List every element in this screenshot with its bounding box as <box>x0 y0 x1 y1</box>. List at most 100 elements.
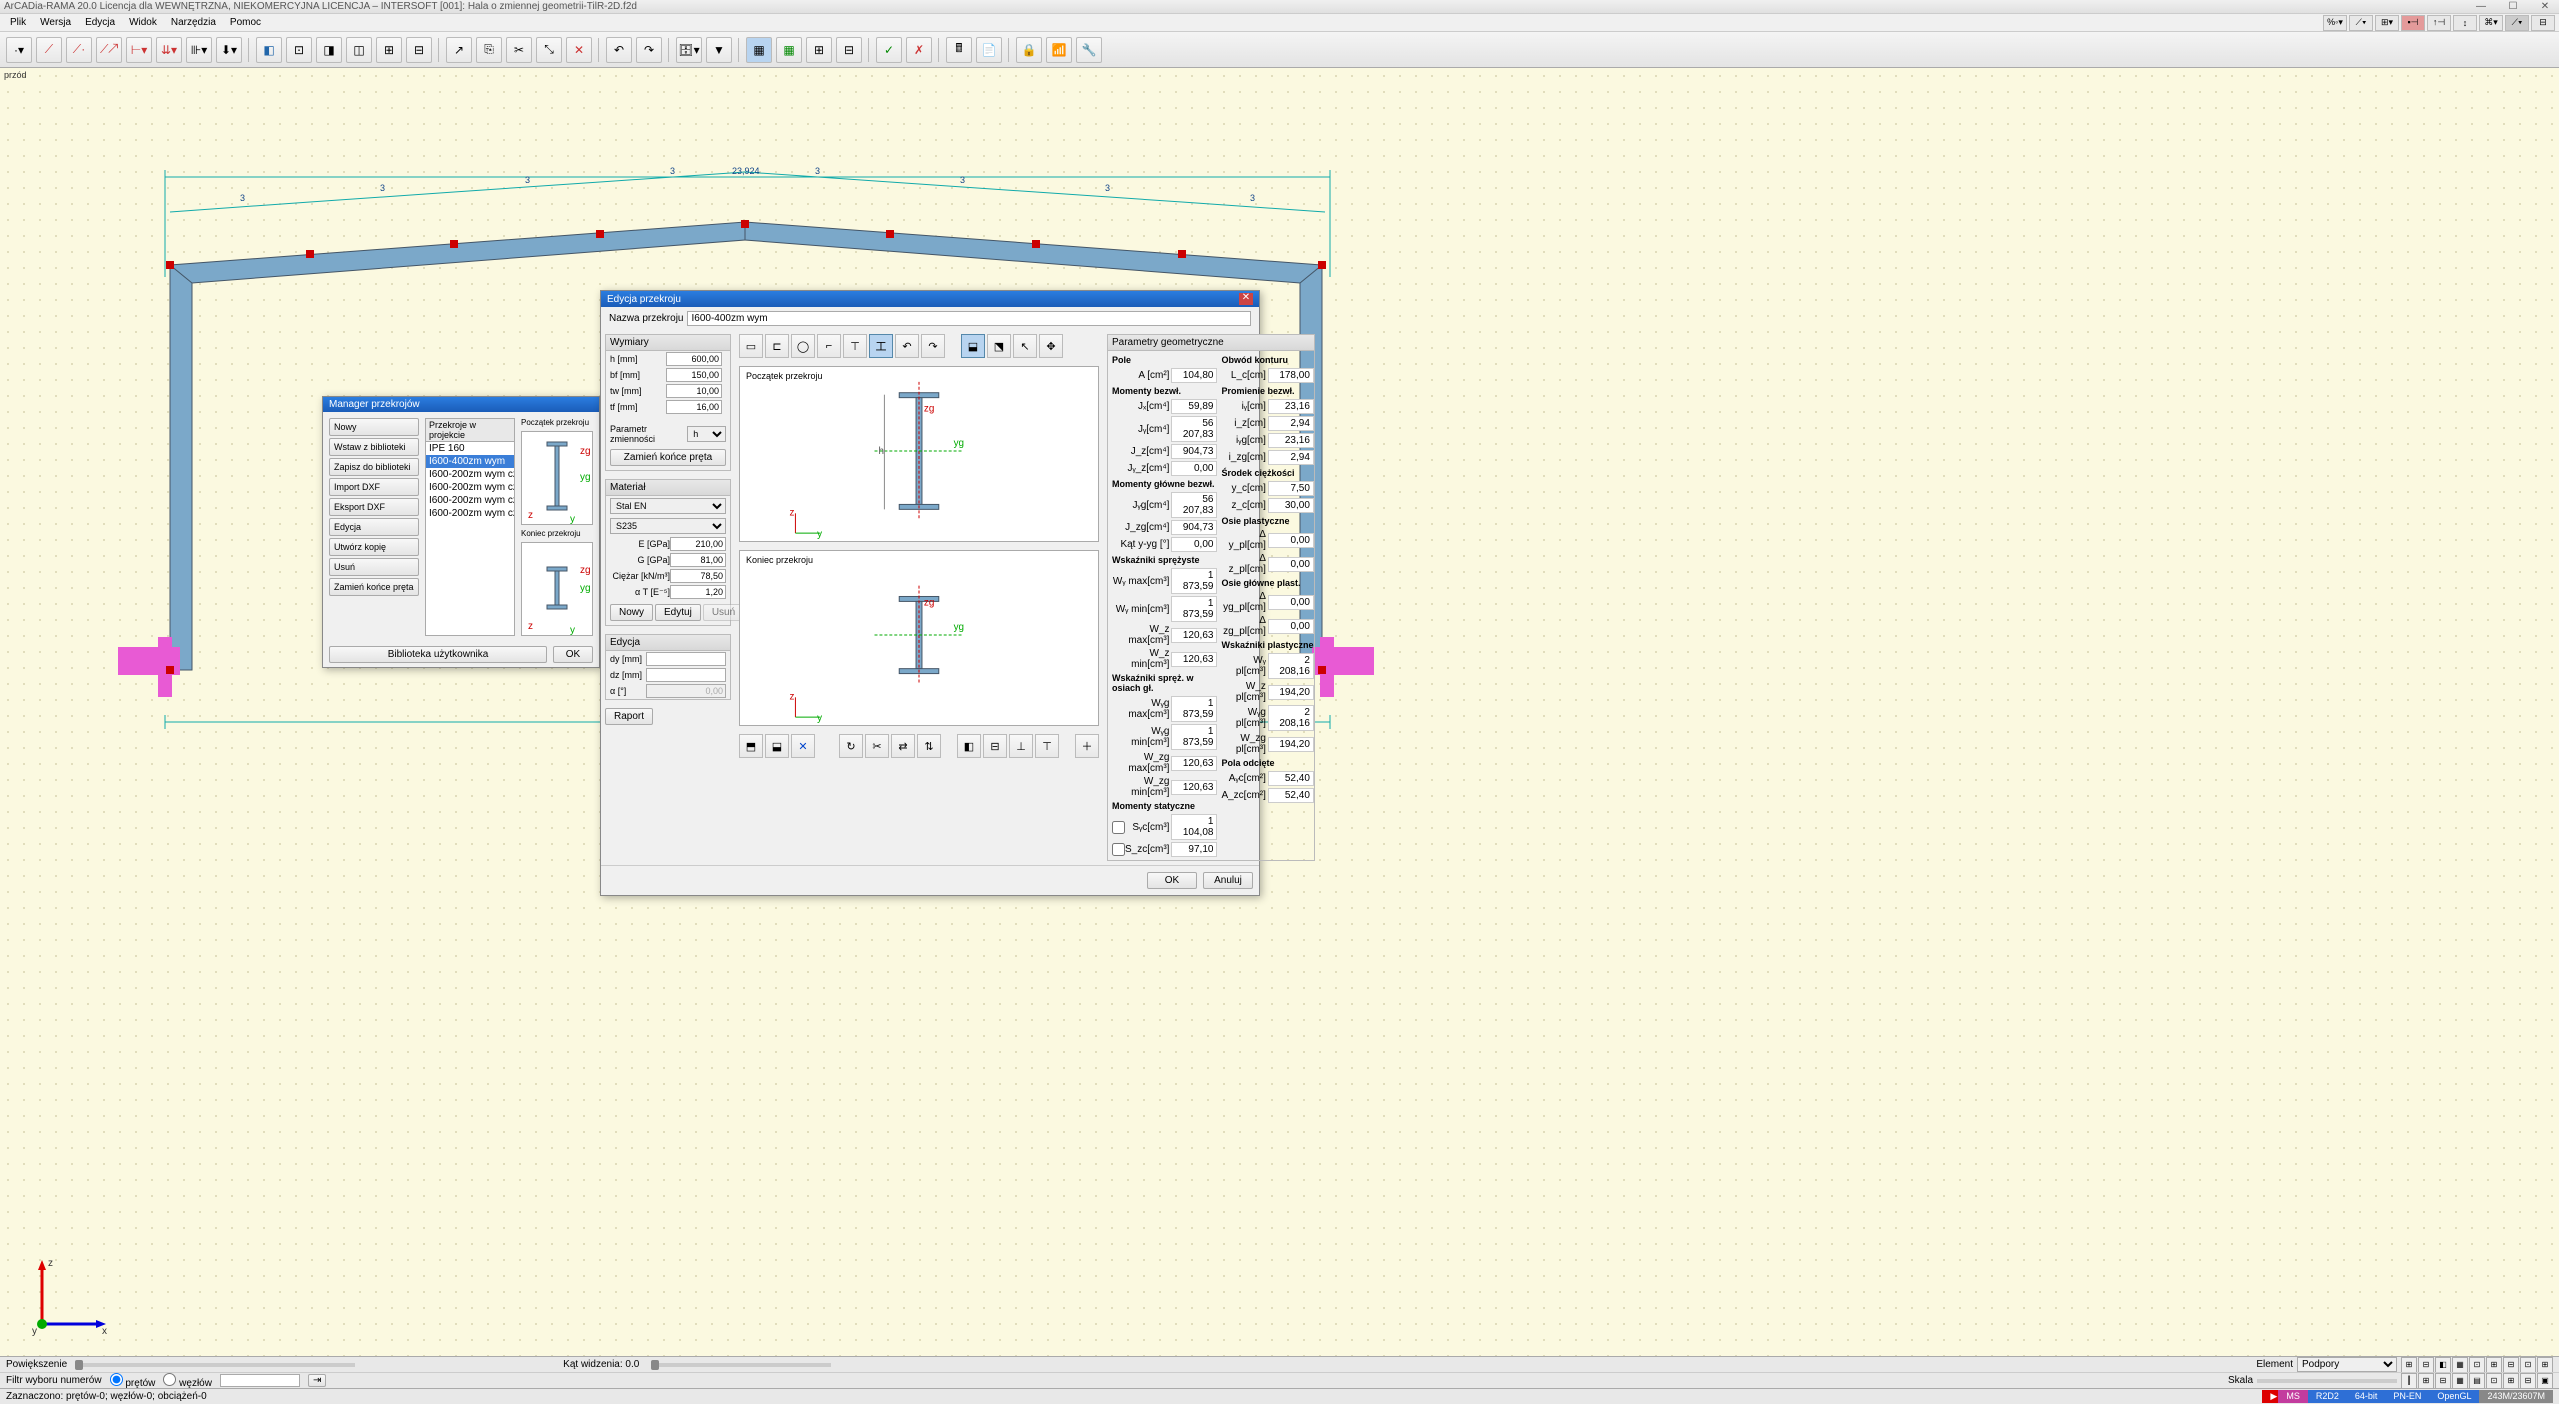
dim-bf-input[interactable] <box>666 368 722 382</box>
mat-new-button[interactable]: Nowy <box>610 604 653 621</box>
manager-swap-button[interactable]: Zamień końce pręta <box>329 578 419 596</box>
editor-report-button[interactable]: Raport <box>605 708 653 725</box>
tool-polyline-icon[interactable]: ⟋· <box>66 37 92 63</box>
tool-copy-icon[interactable]: ⎘ <box>476 37 502 63</box>
manager-delete-button[interactable]: Usuń <box>329 558 419 576</box>
shape-tube-icon[interactable]: ◯ <box>791 334 815 358</box>
redo-icon[interactable]: ↷ <box>636 37 662 63</box>
bt-1[interactable]: ⊞ <box>2401 1357 2417 1373</box>
view-mode-9[interactable]: ⊟ <box>2531 15 2555 31</box>
menu-narzedzia[interactable]: Narzędzia <box>165 15 222 30</box>
bt-6[interactable]: ⊞ <box>2486 1357 2502 1373</box>
angle-slider[interactable] <box>651 1363 831 1367</box>
tool-wifi-icon[interactable]: 📶 <box>1046 37 1072 63</box>
align-2-icon[interactable]: ⬔ <box>987 334 1011 358</box>
sb-7[interactable]: ⊞ <box>2503 1373 2519 1389</box>
sb-1[interactable]: ┃ <box>2401 1373 2417 1389</box>
list-item[interactable]: I600-400zm wym <box>426 455 514 468</box>
sb-6[interactable]: ⊡ <box>2486 1373 2502 1389</box>
minimize-button[interactable]: — <box>2471 1 2491 12</box>
tool-lock-icon[interactable]: 🔒 <box>1016 37 1042 63</box>
view-mode-4[interactable]: ▪⊣ <box>2401 15 2425 31</box>
tool-check-icon[interactable]: ✓ <box>876 37 902 63</box>
sb-3[interactable]: ⊟ <box>2435 1373 2451 1389</box>
tool-coord-icon[interactable]: ⤡ <box>536 37 562 63</box>
filter-input[interactable] <box>220 1374 300 1387</box>
tool-db-icon[interactable]: 🗄▾ <box>676 37 702 63</box>
op-close-icon[interactable]: ✕ <box>791 734 815 758</box>
filter-go-button[interactable]: ⇥ <box>308 1374 326 1387</box>
list-item[interactable]: I600-200zm wym cz.4 (3... <box>426 507 514 520</box>
op-align3-icon[interactable]: ⊥ <box>1009 734 1033 758</box>
maximize-button[interactable]: ☐ <box>2503 1 2523 12</box>
tool-wrench-icon[interactable]: 🔧 <box>1076 37 1102 63</box>
tool-calc-icon[interactable]: 🖩 <box>946 37 972 63</box>
manager-copy-button[interactable]: Utwórz kopię <box>329 538 419 556</box>
view-3d-icon[interactable]: ◧ <box>256 37 282 63</box>
tool-uncheck-icon[interactable]: ✗ <box>906 37 932 63</box>
shape-ibeam-icon[interactable]: 工 <box>869 334 893 358</box>
sb-9[interactable]: ▣ <box>2537 1373 2553 1389</box>
manager-section-list[interactable]: Przekroje w projekcie IPE 160 I600-400zm… <box>425 418 515 636</box>
view-mode-2[interactable]: ⟋▾ <box>2349 15 2373 31</box>
mat-edit-button[interactable]: Edytuj <box>655 604 701 621</box>
manager-import-button[interactable]: Import DXF <box>329 478 419 496</box>
mat-g-input[interactable] <box>670 553 726 567</box>
manager-titlebar[interactable]: Manager przekrojów <box>323 397 599 412</box>
menu-pomoc[interactable]: Pomoc <box>224 15 267 30</box>
manager-export-button[interactable]: Eksport DXF <box>329 498 419 516</box>
manager-library-button[interactable]: Biblioteka użytkownika <box>329 646 547 663</box>
sb-8[interactable]: ⊟ <box>2520 1373 2536 1389</box>
tool-delete-icon[interactable]: ✕ <box>566 37 592 63</box>
undo-icon[interactable]: ↶ <box>606 37 632 63</box>
view-mode-1[interactable]: %◦▾ <box>2323 15 2347 31</box>
editor-name-input[interactable] <box>687 311 1251 326</box>
op-bottom-icon[interactable]: ⬓ <box>765 734 789 758</box>
editor-close-icon[interactable]: ✕ <box>1239 293 1253 305</box>
op-scissors-icon[interactable]: ✂ <box>865 734 889 758</box>
material-class-select[interactable]: Stal EN <box>610 498 726 514</box>
pan-icon[interactable]: ✥ <box>1039 334 1063 358</box>
undo-shape-icon[interactable]: ↶ <box>895 334 919 358</box>
view-mode-6[interactable]: ↕ <box>2453 15 2477 31</box>
bt-5[interactable]: ⊡ <box>2469 1357 2485 1373</box>
dim-tf-input[interactable] <box>666 400 722 414</box>
list-item[interactable]: I600-200zm wym cz.3 (4... <box>426 494 514 507</box>
editor-cancel-button[interactable]: Anuluj <box>1203 872 1253 889</box>
bt-7[interactable]: ⊟ <box>2503 1357 2519 1373</box>
bt-8[interactable]: ⊡ <box>2520 1357 2536 1373</box>
bt-4[interactable]: ▦ <box>2452 1357 2468 1373</box>
edit-a-input[interactable] <box>646 684 726 698</box>
op-align1-icon[interactable]: ◧ <box>957 734 981 758</box>
mat-weight-input[interactable] <box>670 569 726 583</box>
view-mode-3[interactable]: ⊞▾ <box>2375 15 2399 31</box>
shape-rect-icon[interactable]: ▭ <box>739 334 763 358</box>
view-mode-7[interactable]: ⌘▾ <box>2479 15 2503 31</box>
op-flip-icon[interactable]: ⇅ <box>917 734 941 758</box>
view-cube2-icon[interactable]: ⊞ <box>376 37 402 63</box>
scale-slider[interactable] <box>2257 1379 2397 1383</box>
list-item[interactable]: I600-200zm wym cz.2 (5... <box>426 481 514 494</box>
material-grade-select[interactable]: S235 <box>610 518 726 534</box>
filter-rods-radio[interactable]: prętów <box>110 1373 156 1389</box>
op-align2-icon[interactable]: ⊟ <box>983 734 1007 758</box>
zoom-slider[interactable] <box>75 1363 355 1367</box>
bt-9[interactable]: ⊞ <box>2537 1357 2553 1373</box>
tool-results-icon[interactable]: ⊞ <box>806 37 832 63</box>
view-wireframe-icon[interactable]: ⊡ <box>286 37 312 63</box>
view-solid-icon[interactable]: ◨ <box>316 37 342 63</box>
manager-insert-button[interactable]: Wstaw z biblioteki <box>329 438 419 456</box>
editor-ok-button[interactable]: OK <box>1147 872 1197 889</box>
op-top-icon[interactable]: ⬒ <box>739 734 763 758</box>
tool-table1-icon[interactable]: ▦ <box>746 37 772 63</box>
editor-titlebar[interactable]: Edycja przekroju ✕ <box>601 291 1259 307</box>
manager-ok-button[interactable]: OK <box>553 646 593 663</box>
tool-slider-icon[interactable]: ⊟ <box>836 37 862 63</box>
dim-tw-input[interactable] <box>666 384 722 398</box>
bt-3[interactable]: ◧ <box>2435 1357 2451 1373</box>
tool-move-icon[interactable]: ↗ <box>446 37 472 63</box>
tool-section-icon[interactable]: ⬇▾ <box>216 37 242 63</box>
mat-alpha-input[interactable] <box>670 585 726 599</box>
sb-2[interactable]: ⊞ <box>2418 1373 2434 1389</box>
view-cube3-icon[interactable]: ⊟ <box>406 37 432 63</box>
